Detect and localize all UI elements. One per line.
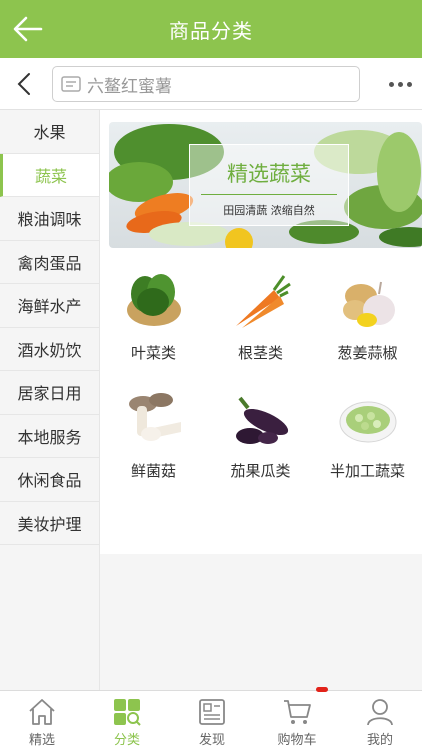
sidebar-item-local-services[interactable]: 本地服务 <box>0 415 99 458</box>
tab-cart[interactable]: 购物车 <box>255 691 339 750</box>
banner-headline: 精选蔬菜 <box>227 162 311 186</box>
subcategory-label: 茄果瓜类 <box>230 462 291 480</box>
sidebar-item-seafood[interactable]: 海鲜水产 <box>0 284 99 328</box>
back-chevron-button[interactable] <box>8 68 40 100</box>
search-box-icon <box>61 76 81 92</box>
subcategory-label: 叶菜类 <box>130 344 176 362</box>
cart-icon <box>284 700 311 724</box>
sidebar-item-beauty[interactable]: 美妆护理 <box>0 502 99 545</box>
discover-icon <box>199 699 225 725</box>
search-bar: 六鳌红蜜薯 <box>0 58 422 110</box>
tab-label: 发现 <box>198 733 225 748</box>
tab-label: 购物车 <box>277 733 317 748</box>
tab-featured[interactable]: 精选 <box>0 691 84 750</box>
subcategory-label: 葱姜蒜椒 <box>337 344 398 362</box>
eggplant-icon <box>236 396 289 444</box>
subcategory-mushrooms[interactable]: 鲜菌菇 <box>100 378 207 498</box>
sidebar-item-drinks[interactable]: 酒水奶饮 <box>0 328 99 371</box>
tab-label: 分类 <box>113 733 140 748</box>
subcategory-ginger-garlic[interactable]: 葱姜蒜椒 <box>314 260 421 380</box>
carrot-icon <box>236 275 291 328</box>
vegetable-banner[interactable]: 精选蔬菜 田园清蔬 浓缩自然 <box>109 122 422 248</box>
title-bar: 商品分类 <box>0 0 422 58</box>
cart-badge <box>316 687 328 692</box>
sidebar-item-meat-eggs[interactable]: 禽肉蛋品 <box>0 241 99 284</box>
tab-label: 我的 <box>366 733 393 748</box>
subcategory-eggplant-melons[interactable]: 茄果瓜类 <box>207 378 314 498</box>
bottom-tab-bar: 精选 分类 发现 购物车 我的 <box>0 690 422 750</box>
subcategory-label: 半加工蔬菜 <box>329 462 405 480</box>
sidebar-item-snacks[interactable]: 休闲食品 <box>0 458 99 502</box>
search-placeholder: 六鳌红蜜薯 <box>87 76 172 97</box>
tab-discover[interactable]: 发现 <box>170 691 254 750</box>
sidebar-item-household[interactable]: 居家日用 <box>0 371 99 415</box>
subcategory-label: 鲜菌菇 <box>130 462 176 480</box>
home-icon <box>29 699 55 725</box>
ginger-garlic-icon <box>343 281 395 327</box>
category-grid-icon <box>114 699 141 726</box>
category-sidebar: 水果 蔬菜 粮油调味 禽肉蛋品 海鲜水产 酒水奶饮 居家日用 本地服务 休闲食品… <box>0 110 100 690</box>
tab-profile[interactable]: 我的 <box>338 691 422 750</box>
search-input[interactable]: 六鳌红蜜薯 <box>52 66 360 102</box>
cut-vegetables-icon <box>339 401 397 443</box>
category-content: 精选蔬菜 田园清蔬 浓缩自然 叶菜类 根茎类 葱姜蒜椒 鲜菌菇 茄果瓜类 半加工… <box>100 110 422 554</box>
user-icon <box>367 699 393 726</box>
leafy-greens-icon <box>127 274 181 326</box>
mushroom-icon <box>129 393 181 441</box>
back-button[interactable] <box>8 9 48 49</box>
tab-label: 精选 <box>28 733 55 748</box>
subcategory-leafy-greens[interactable]: 叶菜类 <box>100 260 207 380</box>
banner-divider <box>201 194 337 195</box>
subcategory-pre-cut-vegetables[interactable]: 半加工蔬菜 <box>314 378 421 498</box>
tab-category[interactable]: 分类 <box>85 691 169 750</box>
subcategory-root-vegetables[interactable]: 根茎类 <box>207 260 314 380</box>
page-title: 商品分类 <box>169 18 253 43</box>
sidebar-item-vegetables[interactable]: 蔬菜 <box>0 153 99 197</box>
more-dots-icon[interactable] <box>382 72 418 96</box>
sidebar-item-fruit[interactable]: 水果 <box>0 110 99 154</box>
banner-subtitle: 田园清蔬 浓缩自然 <box>223 204 315 217</box>
chevron-left-icon <box>17 73 30 95</box>
arrow-left-icon <box>13 16 43 42</box>
subcategory-label: 根茎类 <box>237 344 283 362</box>
sidebar-item-grain-oil[interactable]: 粮油调味 <box>0 197 99 241</box>
